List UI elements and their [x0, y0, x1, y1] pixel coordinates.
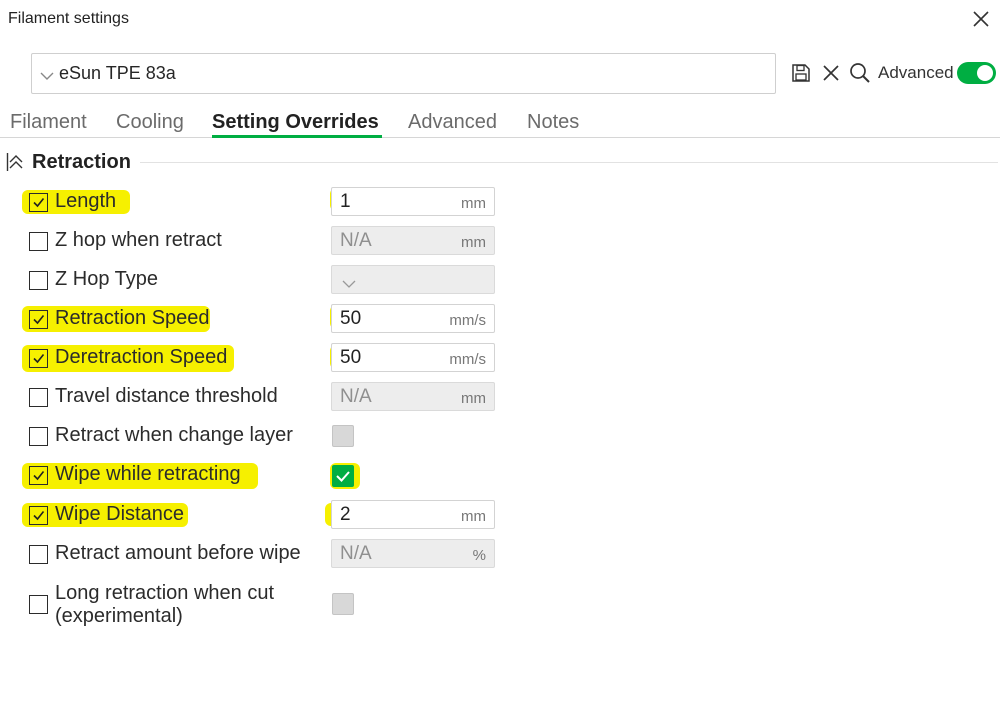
title-bar: Filament settings — [0, 0, 1000, 40]
active-tab-indicator — [212, 135, 382, 138]
setting-label: Length — [55, 190, 117, 212]
field-value: 50 — [340, 347, 362, 368]
chevron-down-icon — [40, 68, 54, 80]
override-checkbox-retract-change-layer[interactable] — [29, 427, 48, 446]
travel-distance-input: N/A mm — [331, 382, 495, 411]
field-unit: mm/s — [449, 351, 486, 368]
override-checkbox-wipe[interactable] — [29, 466, 48, 485]
field-value: 1 — [340, 191, 351, 212]
field-unit: mm — [461, 234, 486, 251]
override-checkbox-wipe-distance[interactable] — [29, 506, 48, 525]
chevron-down-icon — [342, 276, 356, 288]
z-hop-type-select — [331, 265, 495, 294]
field-value: N/A — [340, 543, 372, 564]
setting-label: Wipe while retracting — [55, 463, 241, 485]
section-divider — [140, 162, 998, 163]
override-checkbox-deretraction-speed[interactable] — [29, 349, 48, 368]
setting-label: Long retraction when cut (experimental) — [55, 582, 275, 627]
override-checkbox-retract-before-wipe[interactable] — [29, 545, 48, 564]
override-checkbox-z-hop-type[interactable] — [29, 271, 48, 290]
delete-icon[interactable] — [822, 64, 840, 82]
preset-name: eSun TPE 83a — [59, 63, 176, 83]
tab-setting-overrides[interactable]: Setting Overrides — [212, 111, 379, 134]
tab-filament[interactable]: Filament — [10, 111, 87, 134]
setting-label: Wipe Distance — [55, 503, 184, 525]
search-icon[interactable] — [849, 62, 871, 84]
field-value: 50 — [340, 308, 362, 329]
field-unit: mm/s — [449, 312, 486, 329]
retract-change-layer-value-checkbox — [332, 425, 354, 447]
field-unit: mm — [461, 195, 486, 212]
length-input[interactable]: 1 mm — [331, 187, 495, 216]
tab-bar: Filament Cooling Setting Overrides Advan… — [0, 108, 1000, 138]
field-value: N/A — [340, 386, 372, 407]
setting-label: Retract amount before wipe — [55, 542, 301, 564]
advanced-toggle-label: Advanced — [878, 63, 954, 82]
setting-label: Deretraction Speed — [55, 346, 228, 368]
close-icon[interactable] — [968, 6, 994, 32]
collapse-icon[interactable] — [6, 152, 24, 172]
tab-notes[interactable]: Notes — [527, 111, 579, 134]
advanced-toggle[interactable] — [957, 62, 996, 84]
tab-advanced[interactable]: Advanced — [408, 111, 497, 134]
field-unit: mm — [461, 508, 486, 525]
override-checkbox-long-retraction[interactable] — [29, 595, 48, 614]
deretraction-speed-input[interactable]: 50 mm/s — [331, 343, 495, 372]
override-checkbox-travel-distance[interactable] — [29, 388, 48, 407]
z-hop-input: N/A mm — [331, 226, 495, 255]
field-unit: mm — [461, 390, 486, 407]
setting-label: Travel distance threshold — [55, 385, 278, 407]
wipe-distance-input[interactable]: 2 mm — [331, 500, 495, 529]
field-value: N/A — [340, 230, 372, 251]
field-unit: % — [472, 547, 486, 564]
setting-label: Retract when change layer — [55, 424, 293, 446]
setting-label: Retraction Speed — [55, 307, 210, 329]
window-title: Filament settings — [8, 10, 129, 27]
setting-label: Z hop when retract — [55, 229, 222, 251]
setting-label: Z Hop Type — [55, 268, 159, 290]
field-value: 2 — [340, 504, 351, 525]
retraction-speed-input[interactable]: 50 mm/s — [331, 304, 495, 333]
override-checkbox-z-hop[interactable] — [29, 232, 48, 251]
tab-cooling[interactable]: Cooling — [116, 111, 184, 134]
save-icon[interactable] — [791, 63, 811, 83]
override-checkbox-retraction-speed[interactable] — [29, 310, 48, 329]
toggle-knob — [977, 65, 993, 81]
retract-before-wipe-input: N/A % — [331, 539, 495, 568]
section-title: Retraction — [32, 151, 131, 173]
wipe-value-checkbox[interactable] — [332, 465, 354, 487]
long-retraction-value-checkbox — [332, 593, 354, 615]
preset-selector[interactable]: eSun TPE 83a — [31, 53, 776, 94]
override-checkbox-length[interactable] — [29, 193, 48, 212]
